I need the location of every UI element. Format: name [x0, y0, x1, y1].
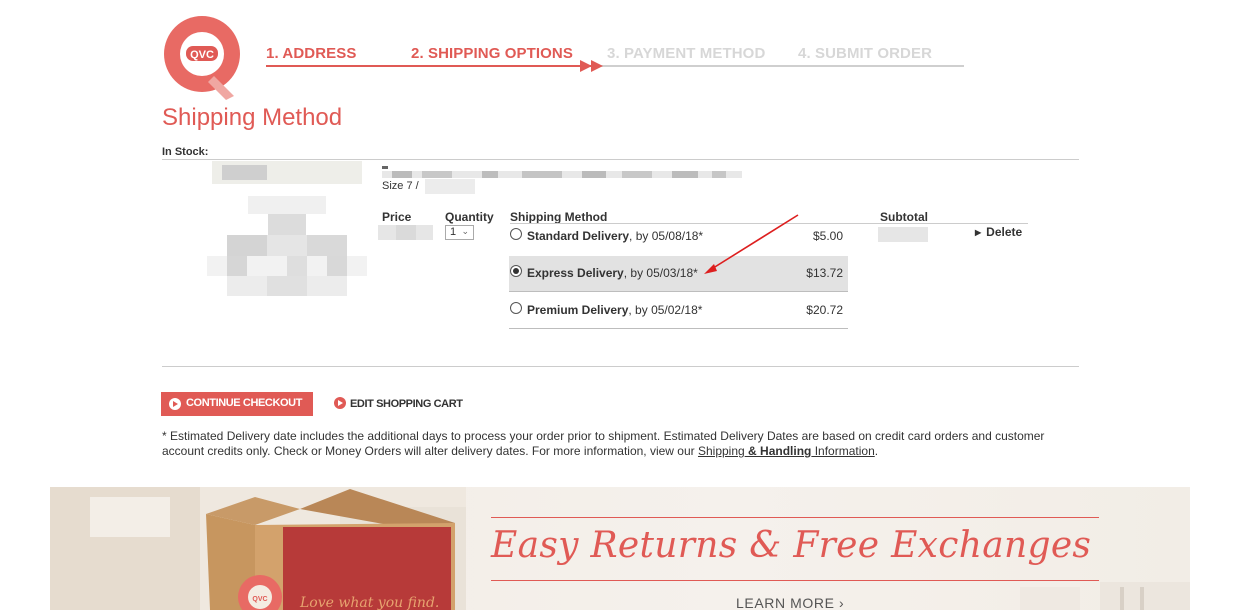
box-tagline: Love what you find.: [299, 595, 439, 610]
radio-express-delivery[interactable]: [510, 265, 522, 277]
quantity-column-header: Quantity: [445, 210, 494, 224]
progress-arrow-icon: [580, 60, 603, 72]
product-size: Size 7 /: [382, 180, 419, 192]
price-column-header: Price: [382, 210, 412, 224]
shipping-option-price: $13.72: [806, 266, 843, 280]
size-value-redacted: [425, 179, 475, 194]
price-value-redacted-detail: [396, 225, 416, 240]
note-suffix: .: [874, 444, 879, 458]
subtotal-value-redacted: [878, 227, 928, 242]
edit-shopping-cart-label: EDIT SHOPPING CART: [350, 398, 463, 410]
in-stock-label: In Stock:: [162, 146, 209, 158]
divider: [162, 159, 1079, 160]
qvc-logo[interactable]: QVC: [162, 14, 242, 100]
continue-checkout-button[interactable]: CONTINUE CHECKOUT: [161, 392, 313, 416]
progress-line-complete: [266, 65, 596, 67]
step-shipping-options: 2. SHIPPING OPTIONS: [411, 45, 573, 62]
triangle-right-icon: ▶: [975, 228, 982, 237]
banner-photo: QVC Love what you find.: [50, 487, 466, 610]
learn-more-link[interactable]: LEARN MORE ›: [736, 595, 844, 610]
divider: [162, 366, 1079, 367]
radio-standard-delivery[interactable]: [510, 228, 522, 240]
annotation-arrow-icon: [704, 214, 799, 274]
estimated-delivery-note: * Estimated Delivery date includes the a…: [162, 429, 1062, 459]
continue-checkout-label: CONTINUE CHECKOUT: [186, 397, 303, 409]
easy-returns-banner[interactable]: QVC Love what you find. Easy Returns & F…: [50, 487, 1190, 610]
quantity-select[interactable]: 1 ⌄: [445, 225, 474, 240]
note-text: * Estimated Delivery date includes the a…: [162, 429, 1045, 458]
box-logo-text: QVC: [252, 596, 267, 603]
product-name-redacted: [382, 166, 742, 178]
shipping-option-price: $5.00: [812, 229, 843, 243]
logo-text: QVC: [190, 49, 214, 61]
step-submit-order: 4. SUBMIT ORDER: [798, 45, 933, 62]
delete-label: Delete: [986, 225, 1023, 239]
play-icon: [169, 398, 181, 410]
step-payment-method: 3. PAYMENT METHOD: [607, 45, 766, 62]
banner-divider: [491, 580, 1099, 581]
checkout-steps: 1. ADDRESS 2. SHIPPING OPTIONS 3. PAYMEN…: [266, 40, 966, 74]
delete-link[interactable]: ▶ Delete: [975, 225, 1022, 239]
banner-divider: [491, 517, 1099, 518]
quantity-value: 1: [450, 226, 457, 238]
banner-title: Easy Returns & Free Exchanges: [491, 525, 1092, 566]
step-address[interactable]: 1. ADDRESS: [266, 45, 356, 62]
shipping-option-label: Premium Delivery, by 05/02/18*: [527, 303, 703, 317]
play-icon: [334, 397, 346, 409]
radio-premium-delivery[interactable]: [510, 302, 522, 314]
shipping-option-price: $20.72: [806, 303, 843, 317]
chevron-down-icon: ⌄: [461, 226, 469, 236]
page-title: Shipping Method: [162, 104, 343, 131]
product-brand-image-detail: [222, 165, 267, 180]
product-image[interactable]: [207, 196, 367, 296]
shipping-option-label: Express Delivery, by 05/03/18*: [527, 266, 698, 280]
progress-line-remaining: [596, 65, 964, 67]
subtotal-column-header: Subtotal: [880, 210, 928, 224]
shipping-option-label: Standard Delivery, by 05/08/18*: [527, 229, 704, 243]
shipping-option-premium[interactable]: Premium Delivery, by 05/02/18* $20.72: [509, 293, 848, 329]
edit-shopping-cart-link[interactable]: EDIT SHOPPING CART: [334, 397, 463, 410]
shipping-handling-link[interactable]: Shipping & Handling Information: [698, 444, 875, 458]
